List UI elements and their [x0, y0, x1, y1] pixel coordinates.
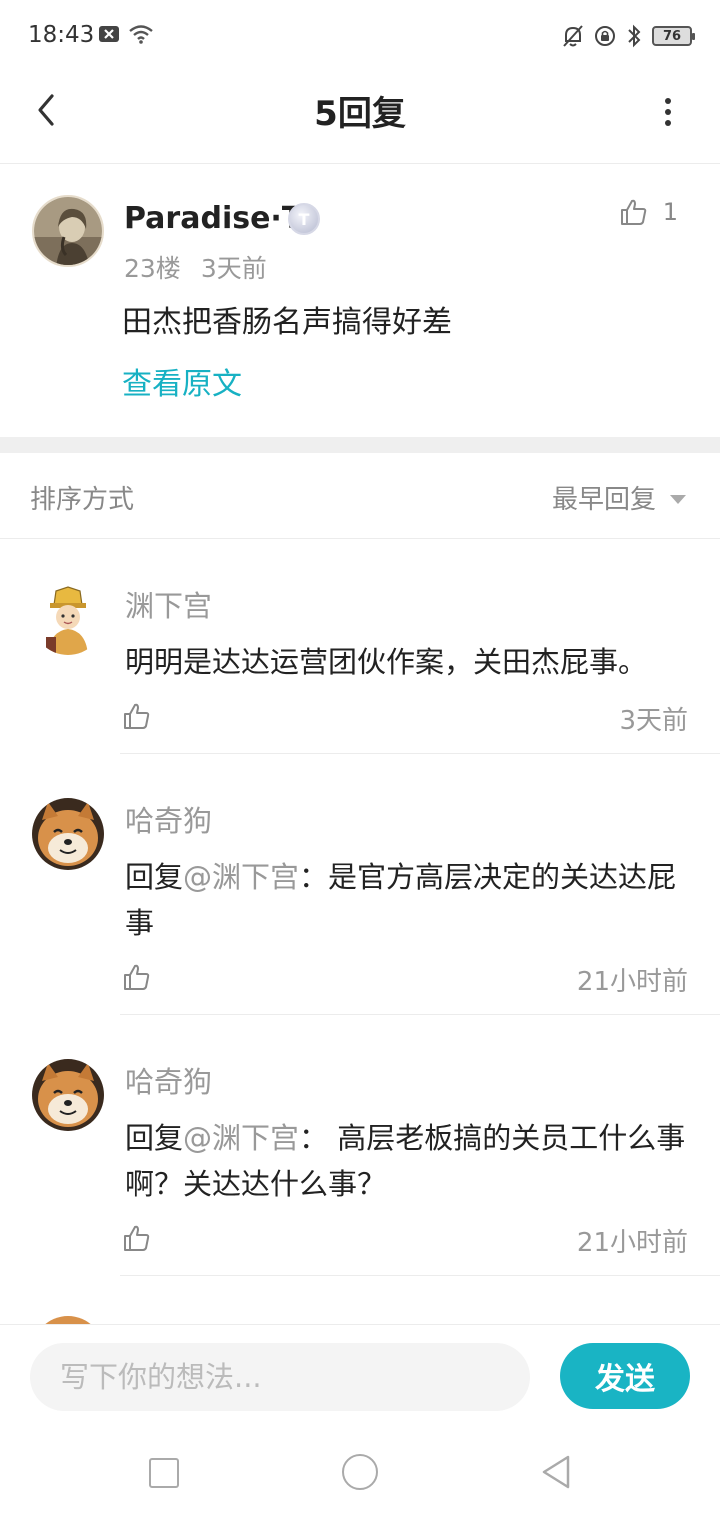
sort-label: 排序方式: [30, 485, 135, 515]
post-floor: 23楼: [124, 254, 181, 283]
reply-time: 21小时前: [576, 1228, 688, 1258]
reply-text: 明明是达达运营团伙作案，关田杰屁事。: [125, 645, 648, 679]
reply-prefix: 回复: [125, 1121, 184, 1155]
post-author-name[interactable]: Paradise·T: [124, 201, 302, 236]
more-dot-icon: [665, 109, 671, 115]
post-text: 田杰把香肠名声搞得好差: [122, 305, 452, 340]
status-bar: 18:43 76: [0, 0, 720, 72]
post-like-button[interactable]: 1: [619, 197, 678, 227]
reply-author-avatar[interactable]: [32, 798, 104, 870]
reply-author-avatar[interactable]: [32, 583, 104, 655]
cartoon-official-avatar: [32, 583, 104, 655]
post-time: 3天前: [200, 254, 267, 283]
thumbs-up-icon[interactable]: [122, 1223, 152, 1253]
mention-link[interactable]: @渊下宫: [183, 860, 299, 894]
post-like-count: 1: [662, 198, 678, 226]
status-icons-right: 76: [562, 24, 695, 48]
sort-selected-value: 最早回复: [551, 485, 656, 515]
home-icon[interactable]: [342, 1454, 378, 1490]
avatar: [32, 1316, 104, 1324]
rotation-lock-icon: [595, 26, 615, 46]
mute-bell-icon: [563, 25, 583, 47]
mention-link[interactable]: @渊下宫: [183, 1121, 299, 1155]
battery-icon: 76: [652, 26, 695, 46]
sort-dropdown[interactable]: 最早回复: [552, 479, 686, 516]
section-divider: [0, 437, 720, 453]
post-meta: 23楼 3天前: [124, 249, 267, 285]
caret-down-icon: [670, 495, 686, 504]
level-badge-icon: T: [288, 203, 320, 235]
header: 5回复: [0, 72, 720, 164]
notification-x-icon: [99, 26, 119, 42]
page-title: 5回复: [314, 94, 406, 134]
reply-time: 3天前: [619, 706, 688, 736]
shiba-dog-avatar: [32, 1059, 104, 1131]
thumbs-up-icon[interactable]: [122, 962, 152, 992]
sort-bar: 排序方式 最早回复: [0, 453, 720, 539]
wifi-icon: [129, 25, 153, 44]
reply-item: 哈奇狗 回复@渊下宫： 高层老板搞的关员工什么事啊？关达达什么事？ 21小时前: [0, 1015, 720, 1276]
battery-level: 76: [662, 28, 682, 44]
more-dot-icon: [665, 120, 671, 126]
view-original-link[interactable]: 查看原文: [122, 359, 242, 403]
thumbs-up-icon[interactable]: [122, 701, 152, 731]
more-options-button[interactable]: [658, 92, 678, 132]
shiba-dog-avatar: [32, 798, 104, 870]
status-time: 18:43: [28, 22, 95, 48]
status-icons-left: [98, 24, 154, 44]
reply-item: 哈奇狗 回复@渊下宫：是官方高层决定的关达达屁事 21小时前: [0, 754, 720, 1015]
back-triangle-icon[interactable]: [538, 1453, 574, 1491]
reply-time: 21小时前: [576, 967, 688, 997]
reply-divider: [120, 1275, 720, 1276]
reply-author-avatar[interactable]: [32, 1059, 104, 1131]
send-button[interactable]: 发送: [560, 1343, 690, 1409]
bluetooth-icon: [628, 24, 641, 48]
reply-author-name[interactable]: 哈奇狗: [125, 1059, 212, 1101]
reply-author-name[interactable]: 渊下宫: [125, 583, 212, 625]
recent-apps-icon[interactable]: [149, 1458, 179, 1488]
original-post: Paradise·T T 23楼 3天前 1 田杰把香肠名声搞得好差 查看原文: [0, 165, 720, 437]
system-nav-bar: [0, 1428, 720, 1520]
comment-input[interactable]: [30, 1343, 530, 1411]
sketch-portrait-avatar: [34, 197, 102, 265]
comment-composer: 发送: [0, 1324, 720, 1428]
more-dot-icon: [665, 98, 671, 104]
thumbs-up-icon: [620, 199, 646, 225]
next-reply-avatar-peek: [32, 1316, 104, 1324]
reply-text: 回复@渊下宫： 高层老板搞的关员工什么事啊？关达达什么事？: [125, 1115, 695, 1207]
reply-author-name[interactable]: 哈奇狗: [125, 798, 212, 840]
reply-item: 渊下宫 明明是达达运营团伙作案，关田杰屁事。 3天前: [0, 539, 720, 754]
post-author-avatar[interactable]: [32, 195, 104, 267]
reply-prefix: 回复: [125, 860, 184, 894]
reply-text: 回复@渊下宫：是官方高层决定的关达达屁事: [125, 854, 695, 946]
